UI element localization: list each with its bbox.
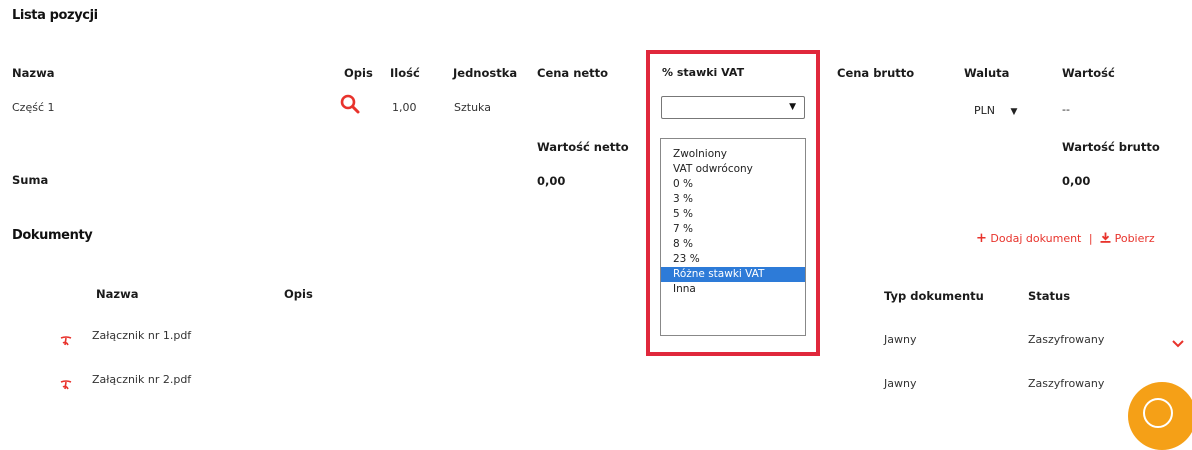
document-name-link[interactable]: Załącznik nr 2.pdf (92, 373, 191, 386)
col-header-net-price: Cena netto (537, 66, 609, 80)
chevron-down-icon[interactable] (1172, 333, 1184, 352)
vat-option[interactable]: Inna (661, 282, 805, 297)
col-header-name: Nazwa (12, 66, 55, 80)
col-header-currency: Waluta (964, 66, 1010, 80)
vat-option[interactable]: 0 % (661, 177, 805, 192)
col-header-gross-price: Cena brutto (837, 66, 915, 80)
section-title-items: Lista pozycji (12, 8, 98, 23)
vat-rate-dropdown: Zwolniony VAT odwrócony 0 % 3 % 5 % 7 % 8 % 23 … (660, 138, 806, 336)
chat-icon (1143, 398, 1173, 428)
item-name: Część 1 (12, 101, 55, 114)
add-document-link[interactable]: + Dodaj dokument (976, 231, 1085, 246)
sum-label: Suma (12, 173, 49, 187)
caret-down-icon: ▼ (1010, 107, 1018, 117)
vat-option[interactable]: Różne stawki VAT (661, 267, 805, 282)
vat-option[interactable]: 7 % (661, 222, 805, 237)
vat-option[interactable]: 5 % (661, 207, 805, 222)
col-header-quantity: Ilość (390, 66, 420, 80)
actions-separator: | (1088, 232, 1093, 245)
add-document-label: Dodaj dokument (990, 232, 1082, 245)
gross-total-label: Wartość brutto (1062, 140, 1160, 154)
vat-option[interactable]: 23 % (661, 252, 805, 267)
currency-select[interactable]: PLN ▼ (974, 104, 1017, 117)
net-total-label: Wartość netto (537, 140, 629, 154)
doc-col-header-status: Status (1028, 289, 1071, 303)
document-type: Jawny (884, 377, 917, 390)
gross-total-value: 0,00 (1062, 174, 1091, 188)
pdf-icon (60, 376, 72, 395)
documents-actions: + Dodaj dokument | Pobierz (976, 231, 1155, 246)
vat-option[interactable]: Zwolniony (661, 147, 805, 162)
col-header-vat-rate: % stawki VAT (662, 66, 745, 79)
col-header-unit: Jednostka (453, 66, 518, 80)
chat-fab-button[interactable] (1128, 382, 1192, 450)
vat-option[interactable]: 3 % (661, 192, 805, 207)
col-header-description: Opis (344, 66, 373, 80)
search-icon[interactable] (339, 93, 361, 115)
currency-value: PLN (974, 104, 995, 117)
vat-rate-select[interactable]: ▼ (661, 96, 805, 119)
caret-down-icon: ▼ (789, 102, 796, 112)
vat-option[interactable]: VAT odwrócony (661, 162, 805, 177)
document-type: Jawny (884, 333, 917, 346)
net-total-value: 0,00 (537, 174, 566, 188)
vat-option[interactable]: 8 % (661, 237, 805, 252)
item-value: -- (1062, 103, 1070, 116)
col-header-value: Wartość (1062, 66, 1115, 80)
download-link[interactable]: Pobierz (1100, 232, 1155, 245)
item-unit: Sztuka (454, 101, 491, 114)
pdf-icon (60, 332, 72, 351)
download-label: Pobierz (1114, 232, 1155, 245)
doc-col-header-description: Opis (284, 287, 313, 301)
section-title-documents: Dokumenty (12, 228, 93, 243)
download-icon (1100, 232, 1115, 245)
item-quantity: 1,00 (392, 101, 417, 114)
plus-icon: + (976, 231, 987, 246)
document-status: Zaszyfrowany (1028, 377, 1105, 390)
doc-col-header-type: Typ dokumentu (884, 289, 984, 303)
doc-col-header-name: Nazwa (96, 287, 139, 301)
document-name-link[interactable]: Załącznik nr 1.pdf (92, 329, 191, 342)
document-status: Zaszyfrowany (1028, 333, 1105, 346)
